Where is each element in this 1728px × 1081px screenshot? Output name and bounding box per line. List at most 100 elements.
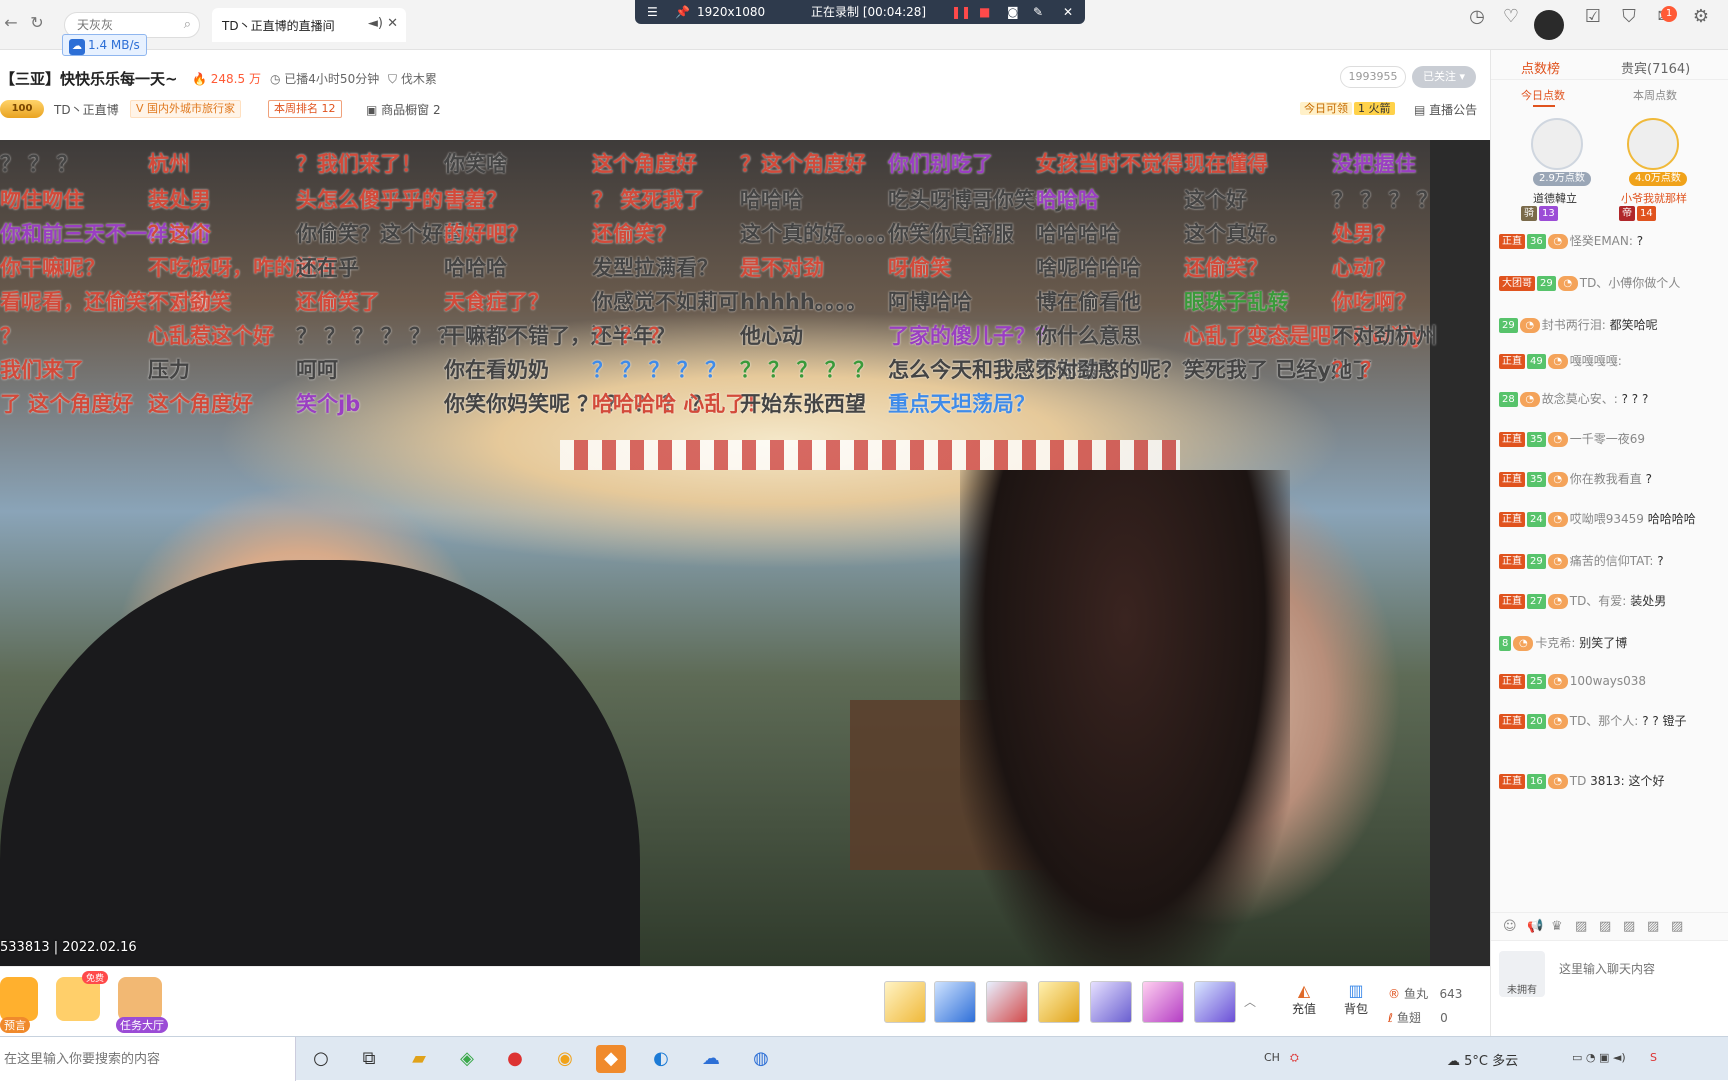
task-hall-button[interactable] [118, 977, 162, 1021]
cortana-icon[interactable]: ○ [306, 1045, 336, 1073]
danmaku-message: 了 这个角度好 [0, 392, 134, 416]
baidu-cloud-icon[interactable]: ☁ [696, 1045, 726, 1073]
close-recorder-icon[interactable]: ✕ [1063, 0, 1073, 24]
filter-icon-4[interactable]: ▨ [1647, 919, 1659, 934]
gift-jet[interactable] [1194, 981, 1236, 1023]
claim-reward[interactable]: 今日可领 1 火箭 [1300, 100, 1395, 118]
chat-username[interactable]: 怪癸EMAN: [1570, 234, 1633, 248]
filter-icon-1[interactable]: ▨ [1575, 919, 1587, 934]
chat-input[interactable] [1559, 949, 1719, 989]
gift-rocket-gold[interactable] [884, 981, 926, 1023]
tray-icons[interactable]: ▭ ◔ ▣ ◄) [1572, 1051, 1626, 1064]
chat-username[interactable]: 封书两行泪: [1542, 318, 1606, 332]
danmaku-message: 你感觉不如莉可 [592, 290, 739, 314]
search-icon[interactable]: ⌕ [184, 17, 191, 32]
gift-screen[interactable] [1090, 981, 1132, 1023]
close-tab-icon[interactable]: ✕ [387, 16, 398, 31]
chat-username[interactable]: 一千零一夜69 [1570, 432, 1645, 446]
tab-vip[interactable]: 贵宾(7164) [1621, 58, 1690, 77]
rank-avatar-1[interactable] [1531, 118, 1583, 170]
pen-icon[interactable]: ✎ [1033, 0, 1043, 24]
shirt-icon[interactable]: ⛉ [1618, 6, 1640, 28]
shop-window[interactable]: ▣ 商品橱窗 2 [366, 101, 441, 118]
chat-avatar[interactable]: 未拥有 [1499, 951, 1545, 997]
tab-today-points[interactable]: 今日点数 [1521, 87, 1565, 107]
crown-icon[interactable]: ♛ [1551, 919, 1563, 934]
fish-ball-icon: ® [1388, 987, 1400, 1001]
chat-username[interactable]: 100ways038 [1570, 674, 1646, 688]
tab-live-room[interactable]: TD丶正直博的直播间 ◄) ✕ [212, 8, 406, 42]
tray-app-icon[interactable]: ⛭ [1290, 1051, 1299, 1065]
history-icon[interactable]: ◷ [1466, 6, 1488, 28]
menu-icon[interactable]: ☰ [647, 0, 658, 24]
danmaku-message: 哈哈哈哈 [1036, 222, 1120, 246]
video-player[interactable]: ？ ？ ？杭州 ？我们来了！ 你笑啥 这个角度好 ？这个角度好 你们别吃了 女孩当时不觉得现… [0, 140, 1490, 966]
announcement-button[interactable]: ▤ 直播公告 [1414, 101, 1477, 118]
filter-icon-2[interactable]: ▨ [1599, 919, 1611, 934]
app-icon-green[interactable]: ◈ [452, 1045, 482, 1073]
weather[interactable]: ☁ 5°C 多云 [1447, 1050, 1518, 1069]
favorite-icon[interactable]: ♡ [1500, 6, 1522, 28]
chat-username[interactable]: 你在教我看直 [1570, 472, 1642, 486]
gift-plane[interactable] [986, 981, 1028, 1023]
emoji-icon[interactable]: ☺ [1503, 919, 1517, 934]
gift-gold-bar[interactable] [1038, 981, 1080, 1023]
record-app-icon[interactable]: ● [500, 1045, 530, 1073]
video-side-strip [1430, 140, 1490, 966]
gift-sword[interactable] [1142, 981, 1184, 1023]
fan-badge: 29 [1527, 554, 1546, 569]
backpack-button[interactable]: ▥ 背包 [1336, 981, 1376, 1017]
qq-browser-icon[interactable]: ◍ [746, 1045, 776, 1073]
douyu-app-icon[interactable]: ◉ [550, 1045, 580, 1073]
fire-icon: 🔥 [192, 72, 207, 86]
tab-points-rank[interactable]: 点数榜 [1521, 58, 1560, 77]
filter-icon-3[interactable]: ▨ [1623, 919, 1635, 934]
refresh-icon[interactable]: ↻ [28, 14, 46, 32]
recharge-button[interactable]: ◭ 充值 [1284, 981, 1324, 1017]
edge-icon[interactable]: ◐ [646, 1045, 676, 1073]
settings-icon[interactable]: ⚙ [1690, 6, 1712, 28]
user-avatar[interactable] [1534, 10, 1564, 40]
fan-club-icon: ◔ [1547, 354, 1568, 369]
calendar-task-icon[interactable]: ☑ [1582, 6, 1604, 28]
pause-icon[interactable]: ❚❚ [951, 0, 971, 24]
gift-expand-icon[interactable]: ︿ [1240, 993, 1260, 1010]
taskbar-search-input[interactable] [0, 1037, 290, 1081]
recording-bar: ☰ 📌 1920x1080 正在录制 [00:04:28] ❚❚ ■ ◙ ✎ ✕ [635, 0, 1085, 24]
pin-icon[interactable]: 📌 [675, 0, 690, 24]
chat-username[interactable]: TD、有爱: [1570, 594, 1627, 608]
chat-username[interactable]: 痛苦的信仰TAT: [1570, 554, 1654, 568]
rank-badges-2: 帝 14 [1619, 206, 1658, 222]
noble-badge: 正直 [1499, 594, 1525, 609]
tray-security-icon[interactable]: S [1650, 1051, 1657, 1064]
gift-rocket-blue[interactable] [934, 981, 976, 1023]
chat-username[interactable]: TD [1570, 774, 1587, 788]
prophecy-button[interactable] [0, 977, 38, 1021]
horn-icon[interactable]: 📢 [1527, 919, 1543, 934]
streamer-name[interactable]: TD丶正直博 [54, 101, 119, 118]
chat-username[interactable]: 嘎嘎嘎嘎: [1570, 354, 1622, 368]
chat-username[interactable]: TD、小傅你做个人 [1580, 276, 1681, 290]
speaker-icon[interactable]: ◄) [368, 16, 383, 31]
danmaku-message: 眼珠子乱转 [1184, 290, 1289, 314]
file-explorer-icon[interactable]: ▰ [404, 1045, 434, 1073]
chat-username[interactable]: TD、那个人: [1570, 714, 1639, 728]
rank-avatar-2[interactable] [1627, 118, 1679, 170]
chat-username[interactable]: 故念莫心安、: [1542, 392, 1618, 406]
weekly-rank-tag[interactable]: 本周排名 12 [268, 100, 342, 118]
chat-username[interactable]: 哎呦喂93459 [1570, 512, 1644, 526]
ime-indicator[interactable]: CH [1264, 1051, 1280, 1064]
windows-taskbar: ○ ⧉ ▰ ◈ ● ◉ ◆ ◐ ☁ ◍ CH ⛭ ☁ 5°C 多云 ▭ ◔ ▣ … [0, 1036, 1728, 1081]
back-arrow-icon[interactable]: ← [2, 14, 20, 32]
camera-icon[interactable]: ◙ [1007, 0, 1019, 24]
chat-username[interactable]: 卡克希: [1535, 636, 1575, 650]
task-view-icon[interactable]: ⧉ [354, 1045, 384, 1073]
category-tag[interactable]: V 国内外城市旅行家 [130, 100, 242, 118]
stop-icon[interactable]: ■ [979, 0, 990, 24]
follow-button[interactable]: 已关注 ▾ [1412, 66, 1476, 88]
tab-week-points[interactable]: 本周点数 [1633, 87, 1677, 103]
filter-icon-5[interactable]: ▨ [1671, 919, 1683, 934]
chat-message: 正直 35 ◔ 一千零一夜69 [1499, 430, 1728, 448]
douyu-client-icon[interactable]: ◆ [596, 1045, 626, 1073]
danmaku-message: ？我们来了！ [296, 152, 422, 176]
